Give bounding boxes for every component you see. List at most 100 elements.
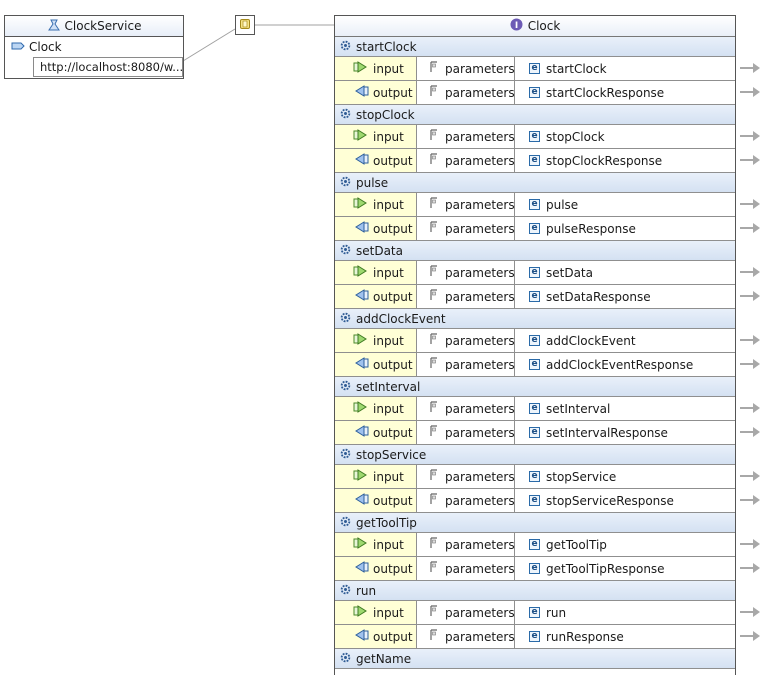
operation-0-output-row[interactable]: output parameters e startClockResponse xyxy=(335,81,735,105)
part-cell[interactable]: parameters xyxy=(417,533,515,556)
operation-2[interactable]: pulse xyxy=(335,173,735,193)
element-link-arrow-icon[interactable] xyxy=(738,197,762,211)
operation-4-input-row[interactable]: input parameters e addClockEvent xyxy=(335,329,735,353)
part-cell[interactable]: parameters xyxy=(417,489,515,512)
operation-0[interactable]: startClock xyxy=(335,37,735,57)
element-link-arrow-icon[interactable] xyxy=(738,561,762,575)
operation-4-output-row[interactable]: output parameters e addClockEventResponse xyxy=(335,353,735,377)
operation-6-output-row[interactable]: output parameters e stopServiceResponse xyxy=(335,489,735,513)
element-link-arrow-icon[interactable] xyxy=(738,469,762,483)
part-cell[interactable]: parameters xyxy=(417,353,515,376)
element-link-arrow-icon[interactable] xyxy=(738,85,762,99)
element-cell[interactable]: e startClockResponse xyxy=(515,81,735,104)
operation-7-output-row[interactable]: output parameters e getToolTipResponse xyxy=(335,557,735,581)
operation-8-output-row[interactable]: output parameters e runResponse xyxy=(335,625,735,649)
element-cell[interactable]: e pulseResponse xyxy=(515,217,735,240)
binding-node[interactable] xyxy=(235,15,255,35)
operation-7-input-row[interactable]: input parameters e getToolTip xyxy=(335,533,735,557)
element-cell[interactable]: e stopService xyxy=(515,465,735,488)
element-cell[interactable]: e runResponse xyxy=(515,625,735,648)
input-cell[interactable]: input xyxy=(335,125,417,148)
part-cell[interactable]: parameters xyxy=(417,149,515,172)
element-link-arrow-icon[interactable] xyxy=(738,265,762,279)
element-cell[interactable]: e setIntervalResponse xyxy=(515,421,735,444)
element-cell[interactable]: e addClockEventResponse xyxy=(515,353,735,376)
element-cell[interactable]: e setDataResponse xyxy=(515,285,735,308)
element-link-arrow-icon[interactable] xyxy=(738,153,762,167)
output-cell[interactable]: output xyxy=(335,353,417,376)
part-cell[interactable]: parameters xyxy=(417,557,515,580)
element-cell[interactable]: e getToolTip xyxy=(515,533,735,556)
part-cell[interactable]: parameters xyxy=(417,57,515,80)
address-field[interactable]: http://localhost:8080/w... xyxy=(33,57,183,77)
input-cell[interactable]: input xyxy=(335,57,417,80)
operation-3-input-row[interactable]: input parameters e setData xyxy=(335,261,735,285)
input-cell[interactable]: input xyxy=(335,397,417,420)
part-cell[interactable]: parameters xyxy=(417,397,515,420)
element-cell[interactable]: e addClockEvent xyxy=(515,329,735,352)
operation-4[interactable]: addClockEvent xyxy=(335,309,735,329)
service-box[interactable]: ClockService Clock http://localhost:8080… xyxy=(4,15,184,79)
element-cell[interactable]: e stopServiceResponse xyxy=(515,489,735,512)
output-cell[interactable]: output xyxy=(335,217,417,240)
input-cell[interactable]: input xyxy=(335,533,417,556)
element-link-arrow-icon[interactable] xyxy=(738,425,762,439)
operation-3-output-row[interactable]: output parameters e setDataResponse xyxy=(335,285,735,309)
part-cell[interactable]: parameters xyxy=(417,217,515,240)
element-link-arrow-icon[interactable] xyxy=(738,333,762,347)
operation-5-input-row[interactable]: input parameters e setInterval xyxy=(335,397,735,421)
part-cell[interactable]: parameters xyxy=(417,625,515,648)
element-link-arrow-icon[interactable] xyxy=(738,629,762,643)
output-cell[interactable]: output xyxy=(335,81,417,104)
element-link-arrow-icon[interactable] xyxy=(738,493,762,507)
element-cell[interactable]: e stopClockResponse xyxy=(515,149,735,172)
element-cell[interactable]: e setData xyxy=(515,261,735,284)
element-cell[interactable]: e setInterval xyxy=(515,397,735,420)
element-link-arrow-icon[interactable] xyxy=(738,129,762,143)
input-cell[interactable]: input xyxy=(335,329,417,352)
part-cell[interactable]: parameters xyxy=(417,285,515,308)
operation-6[interactable]: stopService xyxy=(335,445,735,465)
service-port-row[interactable]: Clock xyxy=(5,37,183,57)
porttype-box[interactable]: I Clock startClock input parameters e startC… xyxy=(334,15,736,675)
input-cell[interactable]: input xyxy=(335,193,417,216)
element-link-arrow-icon[interactable] xyxy=(738,605,762,619)
output-cell[interactable]: output xyxy=(335,285,417,308)
element-link-arrow-icon[interactable] xyxy=(738,61,762,75)
operation-8[interactable]: run xyxy=(335,581,735,601)
part-cell[interactable]: parameters xyxy=(417,81,515,104)
output-cell[interactable]: output xyxy=(335,557,417,580)
output-cell[interactable]: output xyxy=(335,149,417,172)
input-cell[interactable]: input xyxy=(335,601,417,624)
operation-0-input-row[interactable]: input parameters e startClock xyxy=(335,57,735,81)
output-cell[interactable]: output xyxy=(335,489,417,512)
output-cell[interactable]: output xyxy=(335,625,417,648)
element-link-arrow-icon[interactable] xyxy=(738,401,762,415)
element-link-arrow-icon[interactable] xyxy=(738,221,762,235)
operation-3[interactable]: setData xyxy=(335,241,735,261)
element-link-arrow-icon[interactable] xyxy=(738,537,762,551)
operation-2-input-row[interactable]: input parameters e pulse xyxy=(335,193,735,217)
element-cell[interactable]: e run xyxy=(515,601,735,624)
operation-6-input-row[interactable]: input parameters e stopService xyxy=(335,465,735,489)
element-link-arrow-icon[interactable] xyxy=(738,357,762,371)
part-cell[interactable]: parameters xyxy=(417,421,515,444)
operation-2-output-row[interactable]: output parameters e pulseResponse xyxy=(335,217,735,241)
operation-9[interactable]: getName xyxy=(335,649,735,669)
element-cell[interactable]: e pulse xyxy=(515,193,735,216)
part-cell[interactable]: parameters xyxy=(417,329,515,352)
operation-5-output-row[interactable]: output parameters e setIntervalResponse xyxy=(335,421,735,445)
operation-1-output-row[interactable]: output parameters e stopClockResponse xyxy=(335,149,735,173)
input-cell[interactable]: input xyxy=(335,261,417,284)
operation-8-input-row[interactable]: input parameters e run xyxy=(335,601,735,625)
operation-1-input-row[interactable]: input parameters e stopClock xyxy=(335,125,735,149)
element-cell[interactable]: e getToolTipResponse xyxy=(515,557,735,580)
part-cell[interactable]: parameters xyxy=(417,193,515,216)
operation-5[interactable]: setInterval xyxy=(335,377,735,397)
part-cell[interactable]: parameters xyxy=(417,125,515,148)
element-cell[interactable]: e stopClock xyxy=(515,125,735,148)
element-cell[interactable]: e startClock xyxy=(515,57,735,80)
output-cell[interactable]: output xyxy=(335,421,417,444)
part-cell[interactable]: parameters xyxy=(417,601,515,624)
operation-7[interactable]: getToolTip xyxy=(335,513,735,533)
